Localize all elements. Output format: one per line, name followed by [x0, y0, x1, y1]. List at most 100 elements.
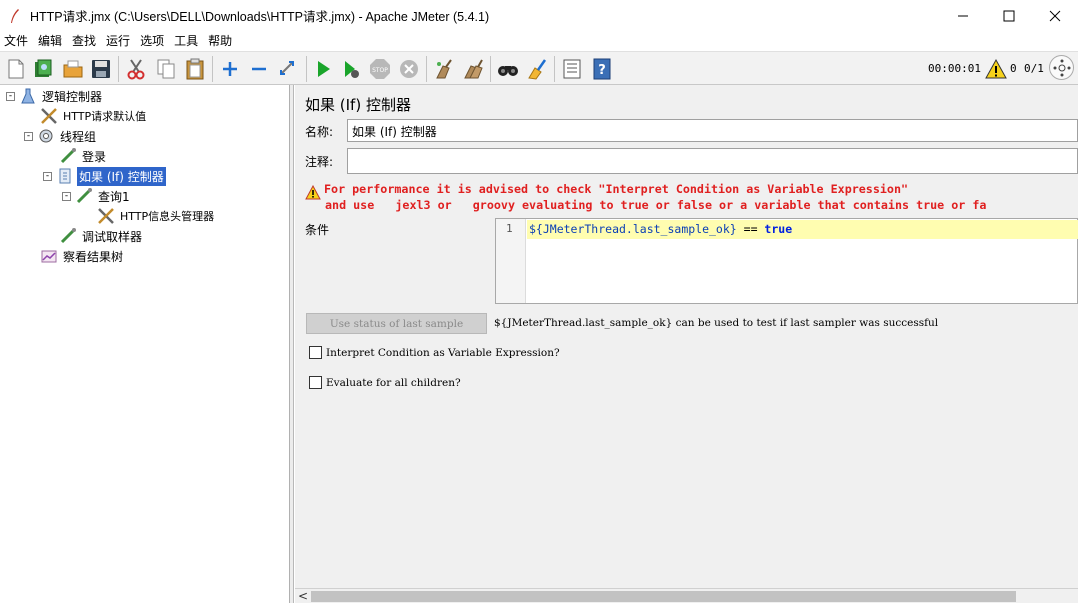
code-operator: == [736, 222, 765, 236]
tree-item-thread-group[interactable]: - 线程组 [24, 126, 98, 146]
code-variable: ${JMeterThread.last_sample_ok} [529, 222, 737, 236]
line-number-gutter: 1 [496, 219, 526, 303]
clear-all-icon[interactable] [461, 57, 485, 81]
sampler-icon [75, 187, 93, 205]
menu-tools[interactable]: 工具 [169, 31, 203, 51]
tree-item-if-controller[interactable]: - 如果 (If) 控制器 [43, 166, 166, 186]
panel-splitter[interactable] [290, 85, 294, 603]
scroll-left-icon[interactable]: < [298, 589, 308, 603]
tree-item-header-manager[interactable]: HTTP信息头管理器 [97, 206, 216, 226]
tree-item-test-plan[interactable]: - 逻辑控制器 [6, 86, 104, 106]
condition-editor[interactable]: 1 ${JMeterThread.last_sample_ok} == true [495, 218, 1078, 304]
tree-item-login[interactable]: 登录 [59, 146, 108, 166]
tree-item-label: 如果 (If) 控制器 [77, 166, 166, 186]
tree-item-debug-sampler[interactable]: 调试取样器 [59, 226, 144, 246]
tree-item-http-defaults[interactable]: HTTP请求默认值 [40, 106, 148, 126]
hint-text: ${JMeterThread.last_sample_ok} can be us… [494, 317, 939, 329]
tree-item-query1[interactable]: - 查询1 [62, 186, 132, 206]
tree-item-label: 逻辑控制器 [42, 89, 103, 104]
remote-icon[interactable] [1049, 55, 1074, 80]
interpret-condition-checkbox[interactable] [309, 346, 322, 359]
function-helper-icon[interactable] [560, 57, 584, 81]
minimize-button[interactable] [940, 0, 986, 31]
tree-item-label: 调试取样器 [82, 229, 143, 244]
interpret-condition-label: Interpret Condition as Variable Expressi… [326, 346, 560, 359]
expand-icon[interactable] [218, 57, 242, 81]
horizontal-scrollbar[interactable]: < [295, 588, 1078, 603]
line-number: 1 [506, 222, 513, 235]
stop-icon[interactable]: STOP [368, 57, 392, 81]
toggle-icon[interactable] [276, 57, 300, 81]
copy-icon[interactable] [154, 57, 178, 81]
test-plan-tree: - 逻辑控制器 HTTP请求默认值 - 线程组 登录 - 如果 (If) 控制器 [0, 85, 290, 603]
menu-help[interactable]: 帮助 [203, 31, 237, 51]
controller-icon [56, 167, 74, 185]
if-controller-panel: 如果 (If) 控制器 名称: 如果 (If) 控制器 注释: For perf… [295, 85, 1078, 603]
active-threads-count: 0/1 [1024, 62, 1044, 75]
tree-item-label: 查询1 [98, 189, 130, 204]
evaluate-all-children-label: Evaluate for all children? [326, 376, 461, 389]
warning-count: 0 [1010, 62, 1017, 75]
start-no-pause-icon[interactable] [339, 57, 363, 81]
search-icon[interactable] [496, 57, 520, 81]
elapsed-timer: 00:00:01 [928, 62, 981, 75]
page-title: 如果 (If) 控制器 [305, 96, 411, 114]
templates-icon[interactable] [31, 57, 55, 81]
warning-icon[interactable] [984, 57, 1008, 81]
config-tool-icon [40, 107, 58, 125]
comment-field[interactable] [347, 148, 1078, 174]
performance-warning-line1: For performance it is advised to check "… [324, 182, 909, 196]
paste-icon[interactable] [183, 57, 207, 81]
code-keyword: true [764, 222, 793, 236]
tree-item-label: 登录 [82, 149, 107, 164]
tree-item-label: HTTP请求默认值 [63, 110, 147, 123]
tree-item-label: HTTP信息头管理器 [120, 210, 215, 223]
start-icon[interactable] [311, 57, 335, 81]
collapse-toggle[interactable]: - [24, 131, 33, 141]
config-tool-icon [97, 207, 115, 225]
evaluate-all-children-option[interactable]: Evaluate for all children? [309, 376, 461, 389]
code-line: ${JMeterThread.last_sample_ok} == true [527, 220, 1078, 239]
open-icon[interactable] [61, 57, 85, 81]
performance-warning-line2: and use jexl3 or groovy evaluating to tr… [325, 198, 987, 212]
tree-item-view-results-tree[interactable]: 察看结果树 [40, 246, 125, 266]
collapse-toggle[interactable]: - [43, 171, 52, 181]
shutdown-icon[interactable] [397, 57, 421, 81]
menu-file[interactable]: 文件 [0, 31, 33, 51]
save-icon[interactable] [89, 57, 113, 81]
menu-run[interactable]: 运行 [101, 31, 135, 51]
menu-bar: 文件 编辑 查找 运行 选项 工具 帮助 [0, 31, 1078, 51]
collapse-toggle[interactable]: - [6, 91, 15, 101]
window-title: HTTP请求.jmx (C:\Users\DELL\Downloads\HTTP… [30, 10, 490, 24]
menu-options[interactable]: 选项 [135, 31, 169, 51]
help-icon[interactable]: ? [590, 57, 614, 81]
scroll-thumb[interactable] [311, 591, 1016, 602]
maximize-button[interactable] [986, 0, 1032, 31]
toolbar: STOP ? 00:00:01 0 0/1 [0, 51, 1078, 85]
comment-label: 注释: [305, 155, 334, 169]
reset-search-icon[interactable] [525, 57, 549, 81]
new-icon[interactable] [4, 57, 28, 81]
test-plan-icon [19, 87, 37, 105]
svg-text:?: ? [598, 63, 606, 78]
collapse-toggle[interactable]: - [62, 191, 71, 201]
warning-icon [305, 185, 321, 200]
collapse-icon[interactable] [247, 57, 271, 81]
clear-icon[interactable] [432, 57, 456, 81]
name-label: 名称: [305, 125, 334, 139]
listener-icon [40, 247, 58, 265]
sampler-icon [59, 147, 77, 165]
menu-edit[interactable]: 编辑 [33, 31, 67, 51]
use-status-button[interactable]: Use status of last sample [306, 313, 487, 334]
tree-item-label: 线程组 [60, 129, 97, 144]
cut-icon[interactable] [124, 57, 148, 81]
interpret-condition-option[interactable]: Interpret Condition as Variable Expressi… [309, 346, 560, 359]
menu-search[interactable]: 查找 [67, 31, 101, 51]
sampler-icon [59, 227, 77, 245]
condition-label: 条件 [305, 223, 330, 237]
svg-text:STOP: STOP [372, 67, 388, 74]
evaluate-all-children-checkbox[interactable] [309, 376, 322, 389]
close-button[interactable] [1032, 0, 1078, 31]
tree-item-label: 察看结果树 [63, 249, 124, 264]
name-field[interactable]: 如果 (If) 控制器 [347, 119, 1078, 142]
